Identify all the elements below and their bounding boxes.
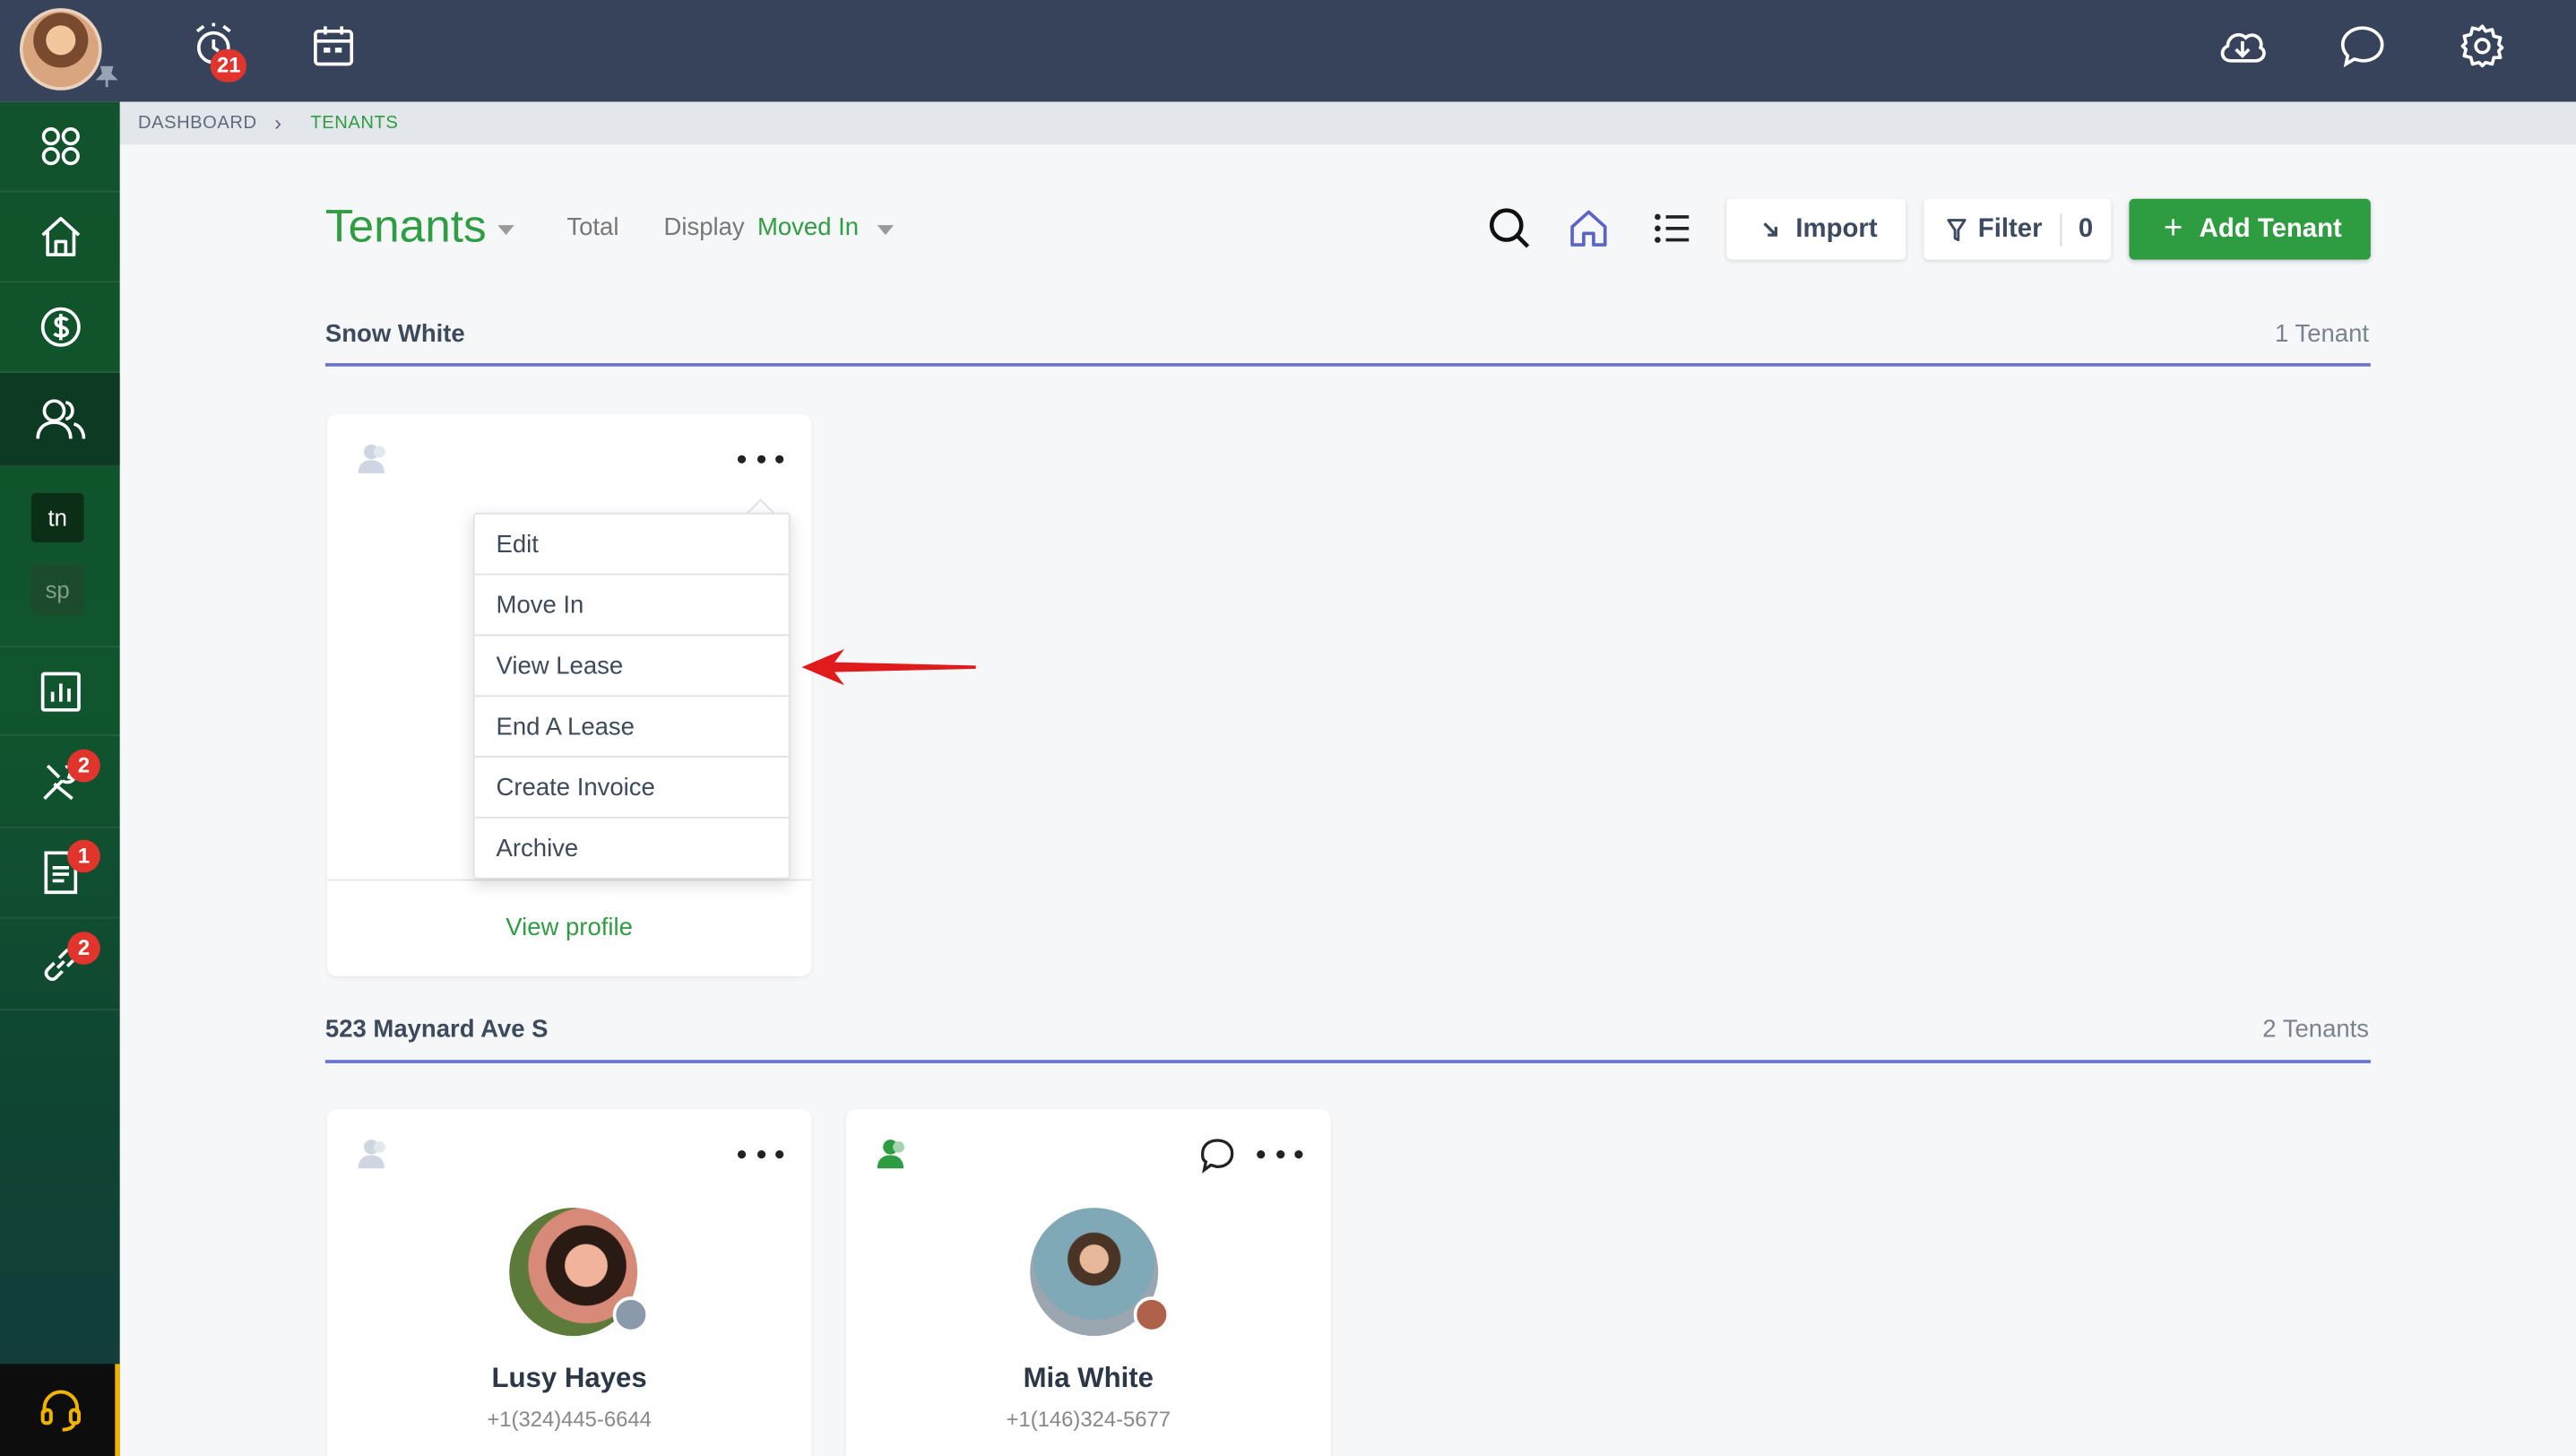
filter-funnel-icon	[1947, 218, 1967, 241]
group-count: 2 Tenants	[2262, 1015, 2370, 1044]
menu-item-view-lease[interactable]: View Lease	[474, 636, 789, 698]
menu-item-end-lease[interactable]: End A Lease	[474, 697, 789, 758]
tenant-card: Lusy Hayes +1(324)445-6644	[326, 1109, 812, 1456]
filter-divider	[2060, 212, 2062, 247]
menu-item-create-invoice[interactable]: Create Invoice	[474, 758, 789, 819]
reports-icon	[39, 671, 80, 711]
import-label: Import	[1795, 214, 1878, 243]
gear-icon[interactable]	[2458, 20, 2507, 73]
top-bar: 21	[0, 0, 2576, 102]
breadcrumb: DASHBOARD › TENANTS	[119, 101, 2576, 145]
breadcrumb-tenants: TENANTS	[310, 113, 399, 134]
add-tenant-button[interactable]: + Add Tenant	[2129, 198, 2371, 260]
breadcrumb-separator: ›	[274, 109, 282, 135]
user-avatar[interactable]	[19, 8, 102, 91]
card-divider	[326, 879, 812, 881]
annotation-arrow-icon	[801, 648, 976, 686]
tenant-avatar-mini	[612, 1296, 649, 1333]
sidebar-item-accounting[interactable]	[0, 282, 120, 374]
tenant-card: Mia White +1(146)324-5677	[845, 1109, 1331, 1456]
display-value[interactable]: Moved In	[757, 213, 859, 241]
tools-badge: 2	[67, 749, 100, 783]
sidebar-item-maintenance[interactable]: 2	[0, 738, 120, 828]
documents-badge: 1	[67, 839, 100, 873]
filter-label: Filter	[1977, 214, 2043, 243]
sidebar-item-tenants[interactable]	[0, 373, 120, 467]
add-tenant-label: Add Tenant	[2199, 214, 2342, 243]
chat-icon[interactable]	[1199, 1137, 1235, 1174]
chat-icon[interactable]	[2338, 20, 2387, 73]
import-arrow-icon	[1763, 221, 1778, 236]
menu-item-edit[interactable]: Edit	[474, 515, 789, 576]
people-icon	[35, 399, 85, 439]
tenant-avatar-mini	[1133, 1296, 1171, 1333]
group-name-snow-white: Snow White	[324, 320, 465, 349]
dollar-icon	[39, 307, 80, 347]
group-name-523-maynard: 523 Maynard Ave S	[324, 1015, 549, 1044]
tenant-name[interactable]: Mia White	[846, 1362, 1331, 1395]
notifications-badge: 21	[210, 48, 247, 82]
sidebar-item-documents[interactable]: 1	[0, 828, 120, 919]
card-menu-dots-icon[interactable]	[737, 1136, 784, 1172]
search-icon[interactable]	[1487, 204, 1533, 253]
group-count: 1 Tenant	[2275, 320, 2370, 349]
tenant-phone: +1(146)324-5677	[1006, 1406, 1171, 1432]
import-button[interactable]: Import	[1726, 198, 1906, 260]
pin-icon	[95, 65, 118, 88]
display-label: Display	[663, 213, 745, 242]
title-dropdown-caret[interactable]	[497, 225, 514, 236]
menu-item-archive[interactable]: Archive	[475, 819, 789, 880]
breadcrumb-dashboard[interactable]: DASHBOARD	[138, 113, 257, 133]
card-context-menu: Edit Move In View Lease End A Lease Crea…	[472, 512, 791, 880]
calendar-icon[interactable]	[309, 20, 359, 73]
sidebar: tn sp 2 1 2	[0, 101, 120, 1456]
total-label: Total	[566, 213, 619, 242]
sidebar-item-reports[interactable]	[0, 646, 120, 737]
view-profile-link[interactable]: View profile	[327, 914, 812, 941]
filter-count: 0	[2078, 214, 2094, 243]
support-button[interactable]	[0, 1364, 120, 1456]
card-menu-dots-icon[interactable]	[737, 440, 784, 476]
tenant-name[interactable]: Lusy Hayes	[327, 1362, 812, 1395]
group-divider	[324, 363, 2371, 367]
display-dropdown-caret[interactable]	[877, 225, 895, 236]
sidebar-chip-sp[interactable]: sp	[30, 565, 84, 615]
group-divider	[324, 1060, 2371, 1063]
tenant-phone: +1(324)445-6644	[487, 1406, 652, 1432]
headset-icon	[39, 1390, 81, 1432]
dashboard-grid-icon	[40, 127, 79, 166]
sidebar-item-properties[interactable]	[0, 192, 120, 283]
grid-view-home-icon[interactable]	[1566, 204, 1612, 253]
sidebar-item-links[interactable]: 2	[0, 920, 120, 1011]
cloud-download-icon[interactable]	[2217, 20, 2269, 73]
person-icon	[358, 444, 385, 473]
sidebar-chip-tn[interactable]: tn	[30, 492, 84, 542]
home-icon	[40, 216, 80, 256]
person-active-icon	[877, 1140, 905, 1169]
page-title[interactable]: Tenants	[325, 201, 487, 254]
links-badge: 2	[67, 932, 100, 965]
sidebar-item-dashboard[interactable]	[0, 102, 120, 193]
list-view-icon[interactable]	[1649, 204, 1695, 253]
filter-button[interactable]: Filter 0	[1923, 198, 2112, 260]
card-menu-dots-icon[interactable]	[1257, 1136, 1303, 1172]
plus-icon: +	[2163, 210, 2183, 247]
alarm-icon[interactable]: 21	[191, 20, 247, 82]
person-icon	[358, 1140, 385, 1169]
menu-item-move-in[interactable]: Move In	[474, 576, 789, 637]
